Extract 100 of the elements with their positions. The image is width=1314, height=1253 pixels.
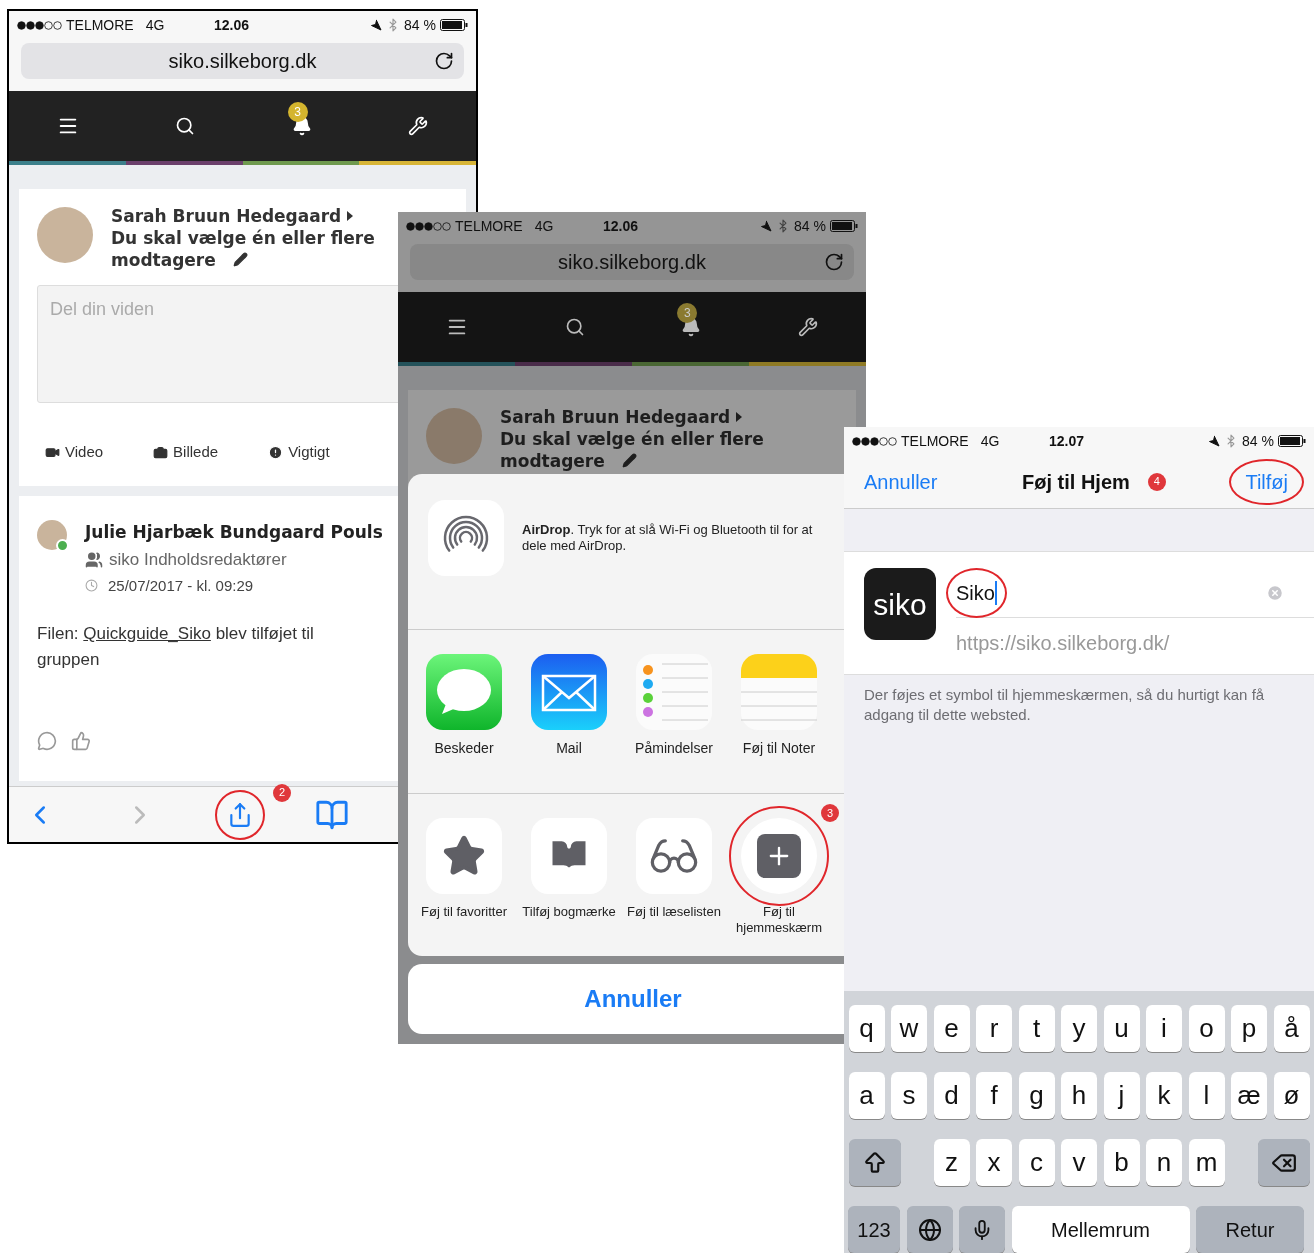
signal-icon [406,221,452,231]
envelope-app-icon [531,654,607,730]
clock-text: 12.06 [214,15,250,35]
speech-bubble-app-icon [426,654,502,730]
keyboard-key[interactable]: u [1103,1005,1140,1052]
post-text: Filen: Quickguide_Siko blev tilføjet til gruppen [37,623,315,671]
post-date: 25/07/2017 - kl. 09:29 [108,575,254,596]
signal-icon [852,436,898,446]
keyboard-key[interactable]: r [976,1005,1012,1052]
keyboard-key[interactable]: v [1061,1139,1097,1186]
wrench-icon[interactable] [797,317,818,337]
dialog-title: Føj til Hjem [1022,469,1130,495]
group-icon [85,550,103,569]
keyboard-key[interactable]: g [1018,1072,1055,1119]
shift-key[interactable] [848,1139,901,1186]
microphone-key[interactable] [959,1206,1005,1253]
share-app-tile[interactable]: Føj til Noter [741,654,817,793]
keyboard-key[interactable]: h [1061,1072,1097,1119]
keyboard-key[interactable]: j [1103,1072,1140,1119]
author-name[interactable]: Sarah Bruun Hedegaard [111,205,342,227]
keyboard-key[interactable]: c [1018,1139,1055,1186]
keyboard-key[interactable]: ø [1273,1072,1310,1119]
keyboard-key[interactable]: q [848,1005,885,1052]
caret-icon [736,412,743,422]
clock-icon [85,579,98,593]
keyboard-key[interactable]: o [1188,1005,1225,1052]
location-arrow-icon [760,220,773,232]
comment-icon[interactable] [37,731,57,751]
keyboard-key[interactable]: a [848,1072,885,1119]
cancel-button[interactable]: Annuller [864,466,938,497]
keyboard-key[interactable]: å [1273,1005,1310,1052]
like-icon[interactable] [71,731,91,751]
avatar [426,408,482,464]
recipient-text[interactable]: Du skal vælge én eller flere modtagere [500,428,772,472]
pencil-icon[interactable] [233,252,248,267]
battery-icon [830,220,858,232]
carrier-text: TELMORE [455,216,523,236]
keyboard-key[interactable]: æ [1231,1072,1267,1119]
battery-icon [1278,435,1306,447]
share-action-button[interactable] [636,818,712,894]
airdrop-text: AirDrop. Tryk for at slå Wi-Fi og Bluetooth til for at dele med AirDrop. [522,522,814,554]
keyboard-key[interactable]: 123 [848,1206,900,1253]
keyboard-key[interactable]: f [976,1072,1012,1119]
post-action-button[interactable]: Billede [153,441,219,464]
signal-icon [17,20,63,30]
author-name[interactable]: Julie Hjarbæk Bundgaard Pouls [85,519,383,545]
keyboard-key[interactable]: w [891,1005,927,1052]
space-key[interactable]: Mellemrum [1011,1206,1190,1253]
reload-icon[interactable] [434,51,454,71]
return-key[interactable]: Retur [1196,1206,1304,1253]
post-action-button[interactable]: Vigtigt [268,441,330,464]
share-icon [227,801,253,828]
name-input[interactable]: Siko [946,567,1007,618]
share-action-button[interactable] [426,818,502,894]
keyboard-key[interactable]: l [1188,1072,1225,1119]
location-arrow-icon [1208,435,1221,447]
pencil-icon[interactable] [622,453,637,468]
app-icon: siko [864,568,936,640]
keyboard-key[interactable]: d [933,1072,970,1119]
keyboard-key[interactable]: k [1146,1072,1182,1119]
share-app-tile[interactable]: Påmindelser [636,654,712,793]
delete-key[interactable] [1257,1139,1310,1186]
post-action-button[interactable]: Video [45,441,104,464]
network-text: 4G [980,431,1000,451]
share-action-button[interactable] [531,818,607,894]
notification-badge: 3 [287,102,308,122]
share-app-tile[interactable]: Beskeder [426,654,502,793]
caret-icon [347,211,354,221]
keyboard-key[interactable]: n [1146,1139,1182,1186]
clock-text: 12.07 [1049,431,1085,451]
keyboard-key[interactable]: z [933,1139,970,1186]
keyboard-key[interactable]: m [1188,1139,1225,1186]
address-bar[interactable]: siko.silkeborg.dk [21,43,464,79]
globe-icon [917,1217,942,1242]
keyboard-key[interactable]: p [1231,1005,1267,1052]
avatar [37,519,67,550]
file-link[interactable]: Quickguide_Siko [83,624,211,643]
recipient-text[interactable]: Du skal vælge én eller flere modtagere [111,227,383,271]
search-icon[interactable] [564,317,585,337]
search-icon[interactable] [175,116,196,136]
keyboard-key[interactable]: y [1061,1005,1097,1052]
network-text: 4G [145,15,165,35]
globe-key[interactable] [906,1206,953,1253]
plus-icon [757,834,801,878]
keyboard-key[interactable]: x [976,1139,1012,1186]
exclamation-icon [268,444,284,460]
keyboard-key[interactable]: i [1146,1005,1182,1052]
author-name[interactable]: Sarah Bruun Hedegaard [500,406,731,428]
keyboard-key[interactable]: s [891,1072,927,1119]
avatar [37,207,93,263]
share-app-tile[interactable]: Mail [531,654,607,793]
share-button[interactable] [215,789,265,840]
keyboard-key[interactable]: t [1018,1005,1055,1052]
add-button[interactable]: Tilføj [1229,458,1304,505]
keyboard-key[interactable]: e [933,1005,970,1052]
camera-icon [153,444,169,460]
keyboard-key[interactable]: b [1103,1139,1140,1186]
address-bar[interactable]: siko.silkeborg.dk [410,244,854,280]
step-badge: 4 [1147,472,1166,491]
group-name[interactable]: siko Indholdsredaktører [109,547,287,573]
